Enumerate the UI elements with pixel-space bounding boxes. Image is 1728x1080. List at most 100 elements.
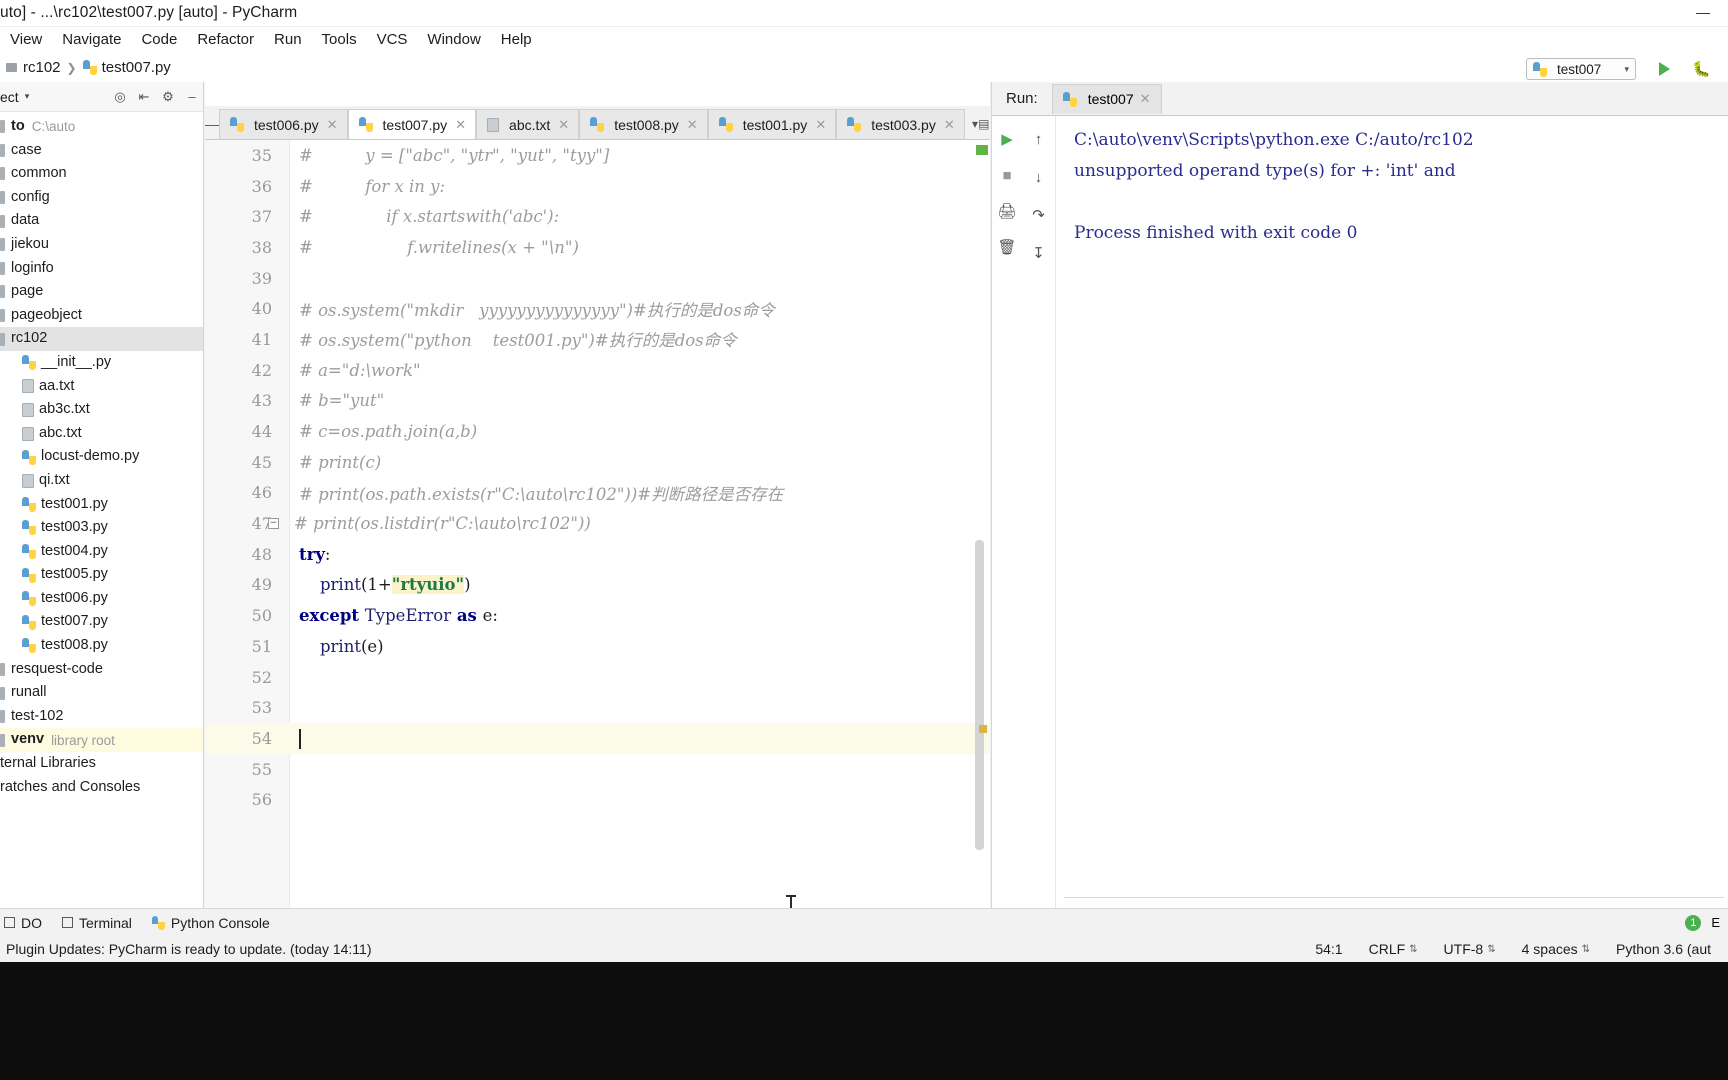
code-line[interactable]: 50 except TypeError as e:	[205, 600, 990, 631]
code-line[interactable]: 44 # c=os.path.join(a,b)	[205, 416, 990, 447]
tool-button-python-console[interactable]: Python Console	[151, 915, 270, 931]
code-line[interactable]: 56	[205, 784, 990, 815]
status-message[interactable]: Plugin Updates: PyCharm is ready to upda…	[0, 941, 372, 957]
trash-icon[interactable]: 🗑	[996, 236, 1018, 258]
minimize-button[interactable]	[1678, 0, 1728, 27]
soft-wrap-icon[interactable]: ↷	[1028, 204, 1050, 226]
menu-help[interactable]: Help	[491, 27, 542, 53]
tree-item-test005-py[interactable]: test005.py	[0, 563, 203, 587]
menu-view[interactable]: View	[0, 27, 52, 53]
stop-icon[interactable]: ■	[996, 164, 1018, 186]
breadcrumb-folder[interactable]: rc102	[23, 59, 61, 76]
collapse-all-icon[interactable]: ⇤	[133, 86, 155, 108]
code-line[interactable]: 39	[205, 263, 990, 294]
tree-item-test008-py[interactable]: test008.py	[0, 634, 203, 658]
code-line[interactable]: 43 # b="yut"	[205, 386, 990, 417]
tool-button-todo[interactable]: DO	[0, 915, 42, 931]
editor-tab-test008-py[interactable]: test008.py ✕	[579, 109, 708, 139]
menu-refactor[interactable]: Refactor	[187, 27, 264, 53]
up-arrow-icon[interactable]: ↑	[1028, 128, 1050, 150]
tree-item-locust-demo-py[interactable]: locust-demo.py	[0, 445, 203, 469]
editor-scrollbar-thumb[interactable]	[975, 540, 984, 850]
debug-button[interactable]: 🐛	[1692, 60, 1711, 78]
tree-item-pageobject[interactable]: pageobject	[0, 304, 203, 328]
editor-tab-test006-py[interactable]: test006.py ✕	[219, 109, 348, 139]
code-line[interactable]: 52	[205, 662, 990, 693]
run-console-output[interactable]: C:\auto\venv\Scripts\python.exe C:/auto/…	[1064, 116, 1728, 908]
close-icon[interactable]: ✕	[558, 117, 569, 133]
event-count-badge[interactable]: 1	[1685, 914, 1702, 931]
code-line[interactable]: 35 # y = ["abc", "ytr", "yut", "tyy"]	[205, 140, 990, 171]
editor-scrollbar[interactable]	[975, 140, 984, 908]
line-separator[interactable]: CRLF ⇅	[1356, 941, 1431, 957]
menu-navigate[interactable]: Navigate	[52, 27, 131, 53]
tree-item-qi-txt[interactable]: qi.txt	[0, 469, 203, 493]
code-line[interactable]: 46 # print(os.path.exists(r"C:\auto\rc102…	[205, 478, 990, 509]
run-configuration-selector[interactable]: test007 ▾	[1526, 58, 1636, 80]
tree-root[interactable]: to C:\auto	[0, 115, 203, 139]
close-icon[interactable]: ✕	[455, 117, 466, 133]
tree-item-test004-py[interactable]: test004.py	[0, 540, 203, 564]
code-line[interactable]: 54	[205, 723, 990, 754]
fold-toggle-icon[interactable]: −	[268, 518, 279, 530]
menu-code[interactable]: Code	[131, 27, 187, 53]
chevron-down-icon[interactable]: ▾	[25, 91, 30, 102]
close-icon[interactable]: ✕	[1140, 91, 1151, 107]
tree-item-test-102[interactable]: test-102	[0, 705, 203, 729]
close-icon[interactable]: ✕	[944, 117, 955, 133]
indent-setting[interactable]: 4 spaces ⇅	[1509, 941, 1603, 957]
tree-item-data[interactable]: data	[0, 209, 203, 233]
code-line[interactable]: 48 try:	[205, 539, 990, 570]
code-line[interactable]: 49 print(1+"rtyuio")	[205, 570, 990, 601]
run-button[interactable]	[1652, 58, 1676, 80]
menu-window[interactable]: Window	[417, 27, 490, 53]
tree-item-jiekou[interactable]: jiekou	[0, 233, 203, 257]
tab-list-collapse-icon[interactable]: —	[205, 109, 219, 139]
tree-item-page[interactable]: page	[0, 280, 203, 304]
tool-button-terminal[interactable]: Terminal	[62, 915, 132, 931]
tree-item-test003-py[interactable]: test003.py	[0, 516, 203, 540]
close-icon[interactable]: ✕	[327, 117, 338, 133]
python-interpreter[interactable]: Python 3.6 (aut	[1603, 941, 1724, 957]
code-line[interactable]: 37 # if x.startswith('abc'):	[205, 201, 990, 232]
code-line[interactable]: 45 # print(c)	[205, 447, 990, 478]
tree-item-aa-txt[interactable]: aa.txt	[0, 375, 203, 399]
code-line[interactable]: 42 # a="d:\work"	[205, 355, 990, 386]
tree-item-common[interactable]: common	[0, 162, 203, 186]
code-line[interactable]: 36 # for x in y:	[205, 171, 990, 202]
tree-item-case[interactable]: case	[0, 139, 203, 163]
caret-position[interactable]: 54:1	[1302, 941, 1355, 957]
menu-run[interactable]: Run	[264, 27, 312, 53]
tree-item-abc-txt[interactable]: abc.txt	[0, 422, 203, 446]
tree-item-resquest-code[interactable]: resquest-code	[0, 658, 203, 682]
menu-tools[interactable]: Tools	[312, 27, 367, 53]
editor-tab-abc-txt[interactable]: abc.txt ✕	[476, 109, 580, 139]
editor-tab-test003-py[interactable]: test003.py ✕	[836, 109, 965, 139]
tree-item-rc102[interactable]: rc102	[0, 327, 203, 351]
tree-item-test006-py[interactable]: test006.py	[0, 587, 203, 611]
file-encoding[interactable]: UTF-8 ⇅	[1431, 941, 1509, 957]
editor-tab-test007-py[interactable]: test007.py ✕	[347, 109, 477, 139]
tree-item-test001-py[interactable]: test001.py	[0, 493, 203, 517]
close-icon[interactable]: ✕	[815, 117, 826, 133]
code-line[interactable]: 41 # os.system("python test001.py")#执行的是d…	[205, 324, 990, 355]
rerun-icon[interactable]: ▶	[996, 128, 1018, 150]
event-log-label[interactable]: E	[1711, 915, 1720, 930]
code-line[interactable]: 53	[205, 692, 990, 723]
code-line[interactable]: 51 print(e)	[205, 631, 990, 662]
tree-item-config[interactable]: config	[0, 186, 203, 210]
code-line[interactable]: 55	[205, 754, 990, 785]
code-editor[interactable]: 35 # y = ["abc", "ytr", "yut", "tyy"] 36 # …	[205, 140, 990, 908]
tree-item-venv[interactable]: venv library root	[0, 728, 203, 753]
tree-item-ab3c-txt[interactable]: ab3c.txt	[0, 398, 203, 422]
tree-item-test007-py[interactable]: test007.py	[0, 610, 203, 634]
editor-tab-test001-py[interactable]: test001.py ✕	[707, 109, 837, 139]
down-arrow-icon[interactable]: ↓	[1028, 166, 1050, 188]
menu-vcs[interactable]: VCS	[367, 27, 418, 53]
close-icon[interactable]: ✕	[687, 117, 698, 133]
code-line[interactable]: 47− # print(os.listdir(r"C:\auto\rc102"))	[205, 508, 990, 539]
tree-item-ratches-and-consoles[interactable]: ratches and Consoles	[0, 776, 203, 800]
code-line[interactable]: 40 # os.system("mkdir yyyyyyyyyyyyyyy")#执…	[205, 293, 990, 324]
tree-item-ternal-libraries[interactable]: ternal Libraries	[0, 752, 203, 776]
hide-panel-icon[interactable]: –	[181, 86, 203, 108]
